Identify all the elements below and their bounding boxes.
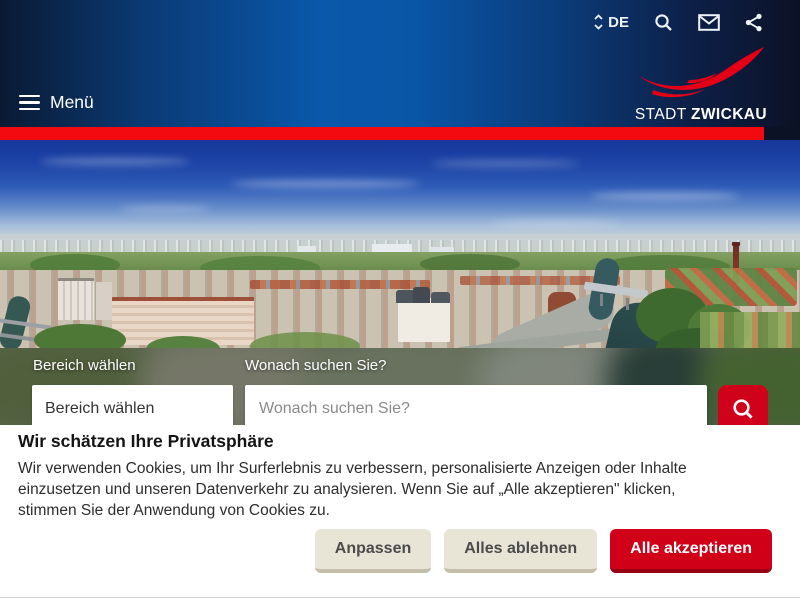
cookie-banner-buttons: Anpassen Alles ablehnen Alle akzeptieren [315,529,772,573]
apartment-tower [58,278,94,320]
cookie-customize-button[interactable]: Anpassen [315,529,431,573]
cookie-banner-title: Wir schätzen Ihre Privatsphäre [18,431,274,452]
query-input-label: Wonach suchen Sie? [245,357,386,374]
language-selector[interactable]: DE [593,13,629,31]
cookie-banner-text: Wir verwenden Cookies, um Ihr Surferlebn… [18,458,734,521]
language-code: DE [608,14,629,31]
hamburger-icon [19,95,40,111]
stadt-zwickau-logo[interactable]: STADT ZWICKAU [633,46,767,124]
cookie-consent-banner: Wir schätzen Ihre Privatsphäre Wir verwe… [0,425,800,600]
search-submit-icon [732,398,754,420]
stripe-end-cap [764,127,800,140]
logo-swoosh-icon [633,46,767,98]
cookie-banner-divider [0,597,800,598]
allotment-gardens [700,312,800,352]
menu-button[interactable]: Menü [19,92,94,113]
brand-red-stripe [0,127,764,140]
updown-chevrons-icon [593,13,604,31]
cookie-reject-button[interactable]: Alles ablehnen [444,529,597,573]
castle [398,298,450,342]
search-icon[interactable] [654,13,673,32]
sky [0,140,800,238]
share-icon[interactable] [745,13,763,32]
area-select-label: Bereich wählen [33,357,136,374]
header-toolbar: DE [593,10,763,34]
logo-wordmark: STADT ZWICKAU [633,106,767,124]
hero-city-panorama-photo [0,140,800,425]
zwickau-homepage: Menü DE [0,0,800,600]
cookie-accept-button[interactable]: Alle akzeptieren [610,529,772,573]
menu-label: Menü [50,92,94,113]
site-header: Menü DE [0,0,800,127]
mail-icon[interactable] [698,14,720,31]
